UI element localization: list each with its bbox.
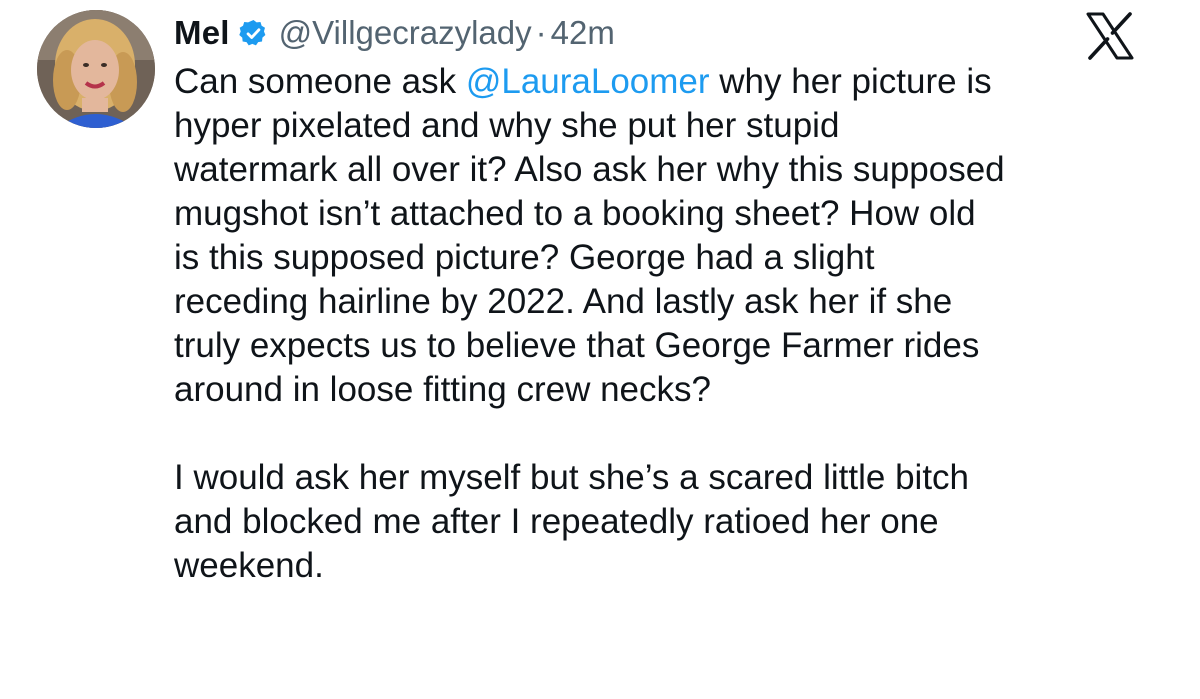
author-name[interactable]: Mel: [174, 14, 230, 52]
avatar-image: [37, 10, 155, 128]
tweet-line: hyper pixelated and why she put her stup…: [174, 106, 840, 145]
verified-badge-icon: [238, 18, 269, 49]
timestamp[interactable]: 42m: [551, 14, 615, 52]
tweet-line: weekend.: [174, 546, 324, 585]
avatar[interactable]: [37, 10, 155, 128]
tweet-header: Mel @Villgecrazylady · 42m: [174, 8, 615, 58]
tweet-line: watermark all over it? Also ask her why …: [174, 150, 1005, 189]
tweet-line-text: Can someone ask: [174, 62, 466, 101]
tweet-line: truly expects us to believe that George …: [174, 326, 980, 365]
tweet-text: Can someone ask @LauraLoomer why her pic…: [174, 60, 1174, 588]
tweet-line: I would ask her myself but she’s a scare…: [174, 458, 970, 497]
tweet-line: Can someone ask @LauraLoomer why her pic…: [174, 60, 1174, 104]
x-logo-icon: [1085, 12, 1135, 60]
tweet-line: is this supposed picture? George had a s…: [174, 238, 875, 277]
tweet-line: receding hairline by 2022. And lastly as…: [174, 282, 953, 321]
tweet-card: Mel @Villgecrazylady · 42m Can someone a…: [0, 0, 1200, 699]
tweet-line-text: why her picture is: [709, 62, 992, 101]
tweet-line: mugshot isn’t attached to a booking shee…: [174, 194, 976, 233]
tweet-line: around in loose fitting crew necks?: [174, 370, 711, 409]
tweet-line: and blocked me after I repeatedly ratioe…: [174, 502, 939, 541]
author-handle[interactable]: @Villgecrazylady: [279, 14, 532, 52]
mention-link[interactable]: @LauraLoomer: [466, 62, 710, 101]
separator-dot: ·: [535, 14, 547, 51]
